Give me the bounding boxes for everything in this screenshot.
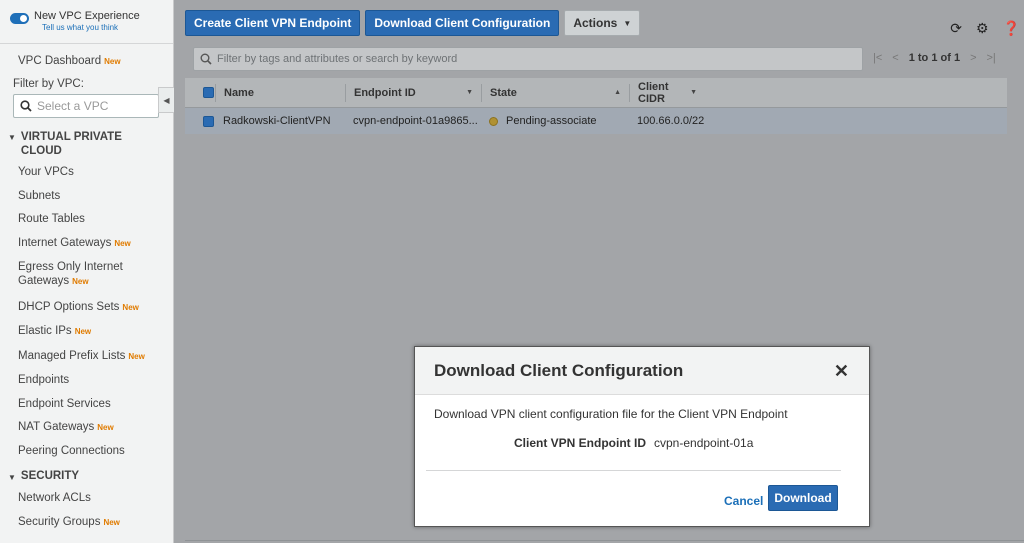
first-page-icon[interactable]: |<: [873, 52, 882, 64]
sidebar-item-peering-connections[interactable]: Peering Connections: [0, 444, 125, 458]
new-badge: New: [114, 239, 131, 248]
column-state[interactable]: State ▲: [481, 83, 629, 102]
new-experience-title: New VPC Experience: [34, 10, 140, 22]
page-count: 1 to 1 of 1: [908, 52, 961, 64]
sidebar-item-egress-only-internet-gateways[interactable]: Egress Only Internet Gateways New: [0, 260, 123, 289]
sort-asc-icon: ▲: [614, 89, 621, 96]
new-badge: New: [72, 277, 89, 286]
download-configuration-modal: Download Client Configuration ✕ Download…: [414, 346, 870, 527]
section-security[interactable]: ▼ SECURITY: [0, 470, 79, 482]
divider: [185, 540, 1024, 541]
new-experience-toggle[interactable]: [10, 13, 29, 24]
sidebar-item-nat-gateways[interactable]: NAT Gateways New: [0, 420, 114, 435]
sidebar-item-your-vpcs[interactable]: Your VPCs: [0, 165, 74, 179]
download-button[interactable]: Download: [768, 485, 838, 511]
actions-dropdown[interactable]: Actions ▼: [564, 10, 641, 36]
feedback-link[interactable]: Tell us what you think: [42, 23, 140, 32]
search-icon: [20, 100, 32, 112]
select-all-checkbox[interactable]: [203, 87, 214, 98]
new-badge: New: [104, 57, 121, 66]
new-badge: New: [128, 352, 145, 361]
pagination: |< < 1 to 1 of 1 > >|: [873, 52, 996, 64]
vpc-select-placeholder: Select a VPC: [37, 99, 109, 113]
search-icon: [200, 53, 212, 65]
endpoint-id-value: cvpn-endpoint-01a: [654, 436, 754, 450]
sidebar-item-endpoints[interactable]: Endpoints: [0, 373, 69, 387]
cancel-button[interactable]: Cancel: [724, 494, 763, 508]
search-placeholder: Filter by tags and attributes or search …: [217, 53, 458, 65]
modal-divider: [426, 470, 841, 471]
sort-icon: ▼: [466, 89, 473, 96]
search-input[interactable]: Filter by tags and attributes or search …: [193, 47, 863, 71]
new-experience-row: New VPC Experience Tell us what you thin…: [0, 0, 173, 44]
caret-down-icon: ▼: [8, 133, 16, 142]
cell-name: Radkowski-ClientVPN: [223, 115, 331, 127]
next-page-icon[interactable]: >: [970, 52, 976, 64]
modal-description: Download VPN client configuration file f…: [434, 407, 788, 421]
sidebar-item-vpc-dashboard[interactable]: VPC Dashboard New: [0, 54, 121, 69]
caret-down-icon: ▼: [8, 473, 16, 482]
toolbar: Create Client VPN Endpoint Download Clie…: [185, 10, 641, 36]
modal-title: Download Client Configuration: [434, 360, 684, 380]
new-badge: New: [103, 518, 120, 527]
cell-client-cidr: 100.66.0.0/22: [637, 115, 705, 127]
table-header: Name Endpoint ID ▼ State ▲ Client CIDR ▼: [185, 78, 1007, 108]
top-icons: ⟳ ⚙ ❓: [950, 20, 1020, 37]
endpoints-table: Name Endpoint ID ▼ State ▲ Client CIDR ▼ Ra…: [185, 78, 1007, 134]
sidebar-item-elastic-ips[interactable]: Elastic IPs New: [0, 324, 91, 339]
cell-state: Pending-associate: [481, 115, 629, 127]
sort-icon: ▼: [690, 89, 697, 96]
column-name[interactable]: Name: [215, 83, 345, 102]
sidebar: New VPC Experience Tell us what you thin…: [0, 0, 174, 543]
refresh-icon[interactable]: ⟳: [950, 20, 962, 37]
vpc-select[interactable]: Select a VPC: [13, 94, 159, 118]
sidebar-collapse-handle[interactable]: ◀: [158, 87, 174, 113]
prev-page-icon[interactable]: <: [892, 52, 898, 64]
sidebar-item-security-groups[interactable]: Security Groups New: [0, 515, 120, 530]
caret-down-icon: ▼: [623, 18, 632, 28]
close-icon[interactable]: ✕: [834, 361, 849, 382]
section-virtual-private-cloud[interactable]: ▼ VIRTUAL PRIVATE CLOUD: [0, 130, 170, 158]
chevron-left-icon: ◀: [163, 95, 170, 105]
endpoint-id-label: Client VPN Endpoint ID: [514, 436, 646, 450]
help-icon[interactable]: ❓: [1003, 20, 1020, 37]
download-client-configuration-button[interactable]: Download Client Configuration: [365, 10, 560, 36]
new-badge: New: [74, 327, 92, 336]
column-client-cidr[interactable]: Client CIDR ▼: [629, 81, 705, 105]
row-checkbox[interactable]: [203, 115, 214, 127]
gear-icon[interactable]: ⚙: [976, 20, 989, 37]
sidebar-item-internet-gateways[interactable]: Internet Gateways New: [0, 236, 131, 251]
sidebar-item-network-acls[interactable]: Network ACLs: [0, 491, 91, 505]
sidebar-item-managed-prefix-lists[interactable]: Managed Prefix Lists New: [0, 349, 145, 364]
new-badge: New: [97, 423, 114, 432]
table-row[interactable]: Radkowski-ClientVPN cvpn-endpoint-01a986…: [185, 108, 1007, 134]
last-page-icon[interactable]: >|: [987, 52, 996, 64]
sidebar-item-subnets[interactable]: Subnets: [0, 189, 60, 203]
cell-endpoint-id: cvpn-endpoint-01a9865...: [353, 115, 478, 127]
endpoint-id-field: Client VPN Endpoint ID cvpn-endpoint-01a: [514, 436, 753, 450]
filter-by-vpc-label: Filter by VPC:: [13, 78, 84, 90]
column-endpoint-id[interactable]: Endpoint ID ▼: [345, 83, 481, 102]
new-badge: New: [122, 303, 139, 312]
modal-header: Download Client Configuration ✕: [415, 347, 869, 395]
sidebar-item-route-tables[interactable]: Route Tables: [0, 212, 85, 226]
sidebar-item-endpoint-services[interactable]: Endpoint Services: [0, 397, 111, 411]
sidebar-item-dhcp-options-sets[interactable]: DHCP Options Sets New: [0, 300, 139, 315]
create-client-vpn-endpoint-button[interactable]: Create Client VPN Endpoint: [185, 10, 361, 36]
pending-status-icon: [489, 116, 498, 126]
